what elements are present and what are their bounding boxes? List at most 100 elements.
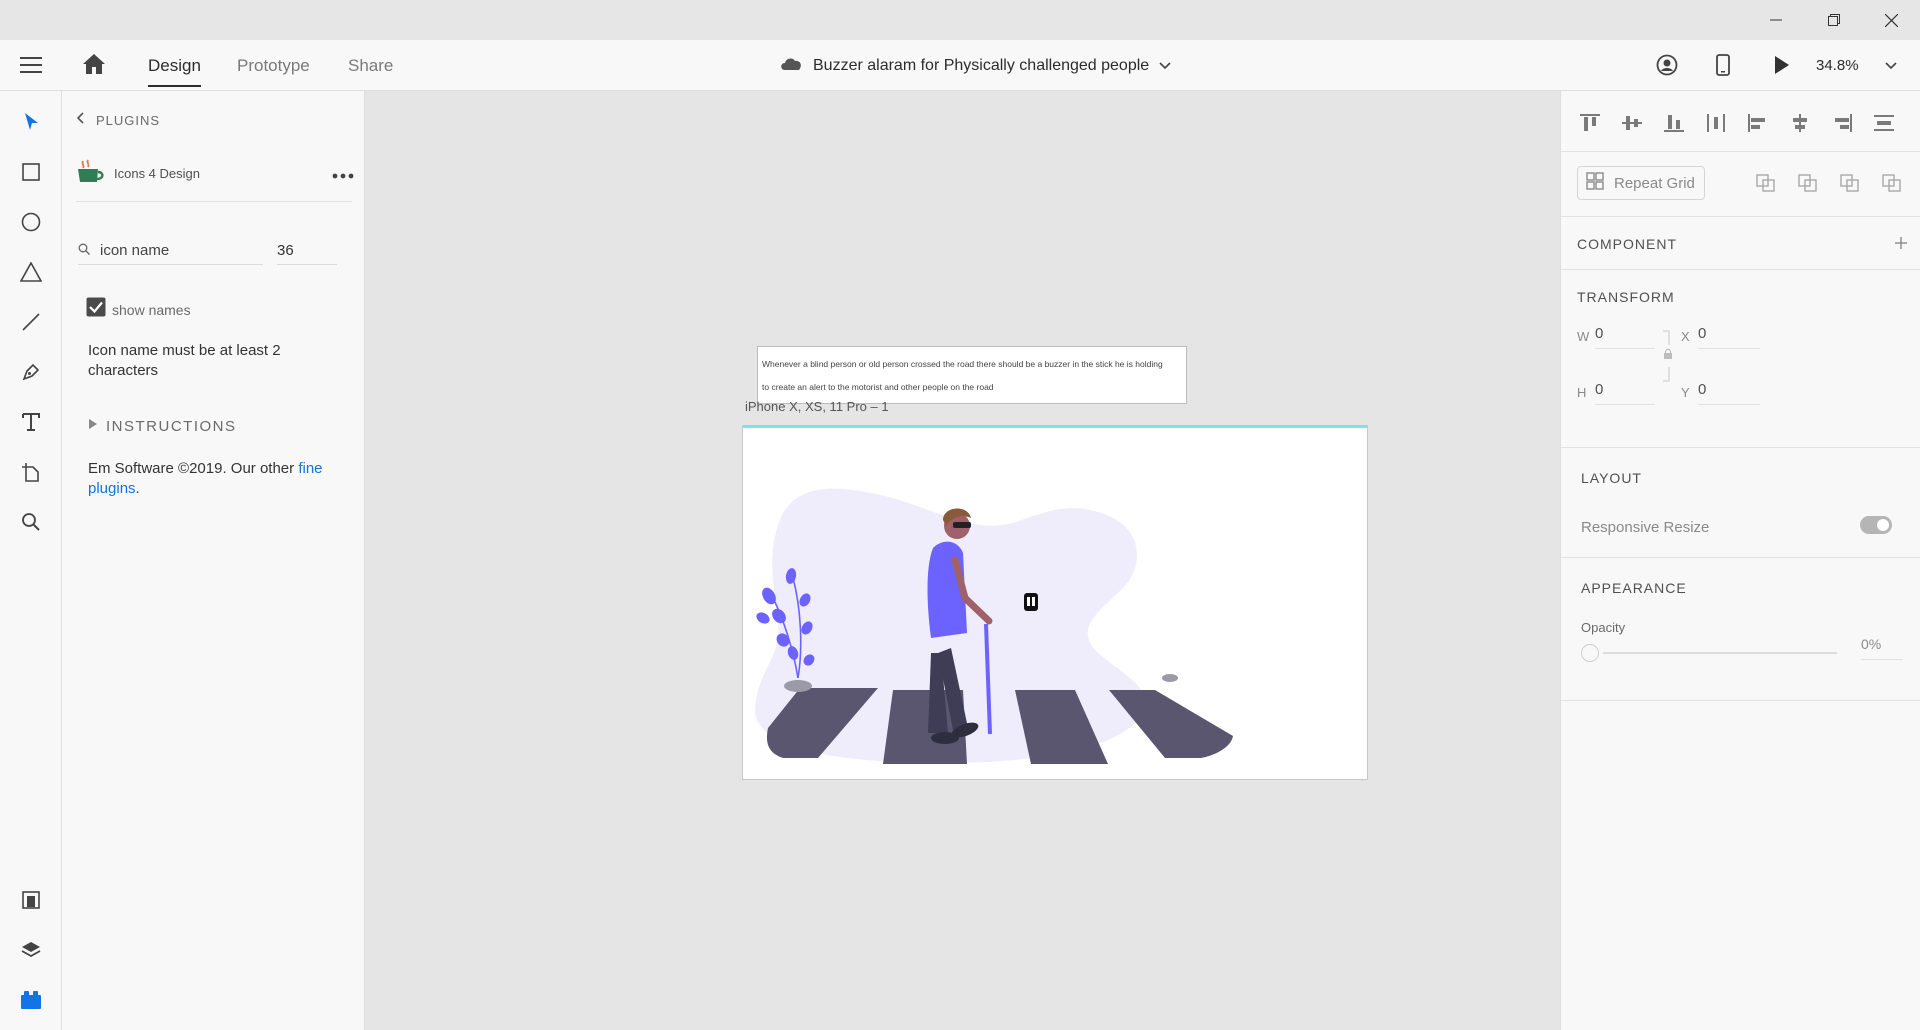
ellipse-icon[interactable] [16, 207, 46, 237]
appearance-section-title: APPEARANCE [1581, 580, 1687, 596]
align-left-icon[interactable] [1747, 113, 1769, 138]
align-right-icon[interactable] [1831, 113, 1853, 138]
opacity-slider[interactable] [1581, 643, 1837, 663]
opacity-label: Opacity [1581, 620, 1626, 635]
rectangle-icon[interactable] [16, 157, 46, 187]
note-line-1: Whenever a blind person or old person cr… [762, 359, 1163, 369]
document-title-dropdown[interactable]: Buzzer alaram for Physically challenged … [779, 40, 1171, 91]
play-preview-icon[interactable] [1774, 55, 1790, 80]
plugins-icon[interactable] [16, 985, 46, 1015]
close-icon[interactable] [1862, 0, 1920, 40]
height-value: 0 [1595, 381, 1604, 398]
user-share-icon[interactable] [1656, 54, 1678, 81]
buzzer-icon [1024, 593, 1038, 611]
show-names-checkbox[interactable]: show names [86, 297, 191, 322]
tab-share-label: Share [348, 55, 394, 75]
select-icon[interactable] [16, 107, 46, 137]
distribute-vertical-icon[interactable] [1873, 113, 1895, 138]
responsive-resize-label: Responsive Resize [1581, 519, 1710, 536]
home-icon[interactable] [82, 53, 106, 80]
height-input[interactable]: 0 [1595, 381, 1655, 405]
footer-text: Em Software ©2019. Our other [88, 460, 299, 477]
add-component-icon[interactable] [1894, 236, 1908, 255]
device-preview-icon[interactable] [1716, 54, 1730, 81]
plugin-header: Icons 4 Design [76, 156, 200, 191]
height-label: H [1577, 385, 1587, 400]
checkbox-checked-icon [86, 297, 106, 322]
chevron-down-icon [1884, 57, 1897, 75]
pen-icon[interactable] [16, 357, 46, 387]
text-icon[interactable] [16, 407, 46, 437]
cloud-icon [779, 55, 803, 76]
validation-message: Icon name must be at least 2 characters [88, 342, 281, 379]
tab-design[interactable]: Design [148, 40, 201, 91]
tab-design-label: Design [148, 55, 201, 75]
plugin-footer: Em Software ©2019. Our other fine plugin… [88, 459, 338, 499]
align-center-icon[interactable] [1789, 113, 1811, 138]
width-label: W [1577, 329, 1590, 344]
artboard-label[interactable]: iPhone X, XS, 11 Pro – 1 [745, 399, 889, 414]
icon-search-placeholder: icon name [100, 242, 170, 259]
zoom-dropdown[interactable]: 34.8% [1816, 40, 1897, 91]
plugins-panel: PLUGINS Icons 4 Design icon name 36 show… [62, 91, 365, 1030]
minimize-icon[interactable] [1747, 0, 1805, 40]
intersect-icon[interactable] [1839, 173, 1861, 198]
x-label: X [1681, 329, 1690, 344]
artboard[interactable] [742, 427, 1368, 780]
icon-size-value: 36 [277, 242, 294, 259]
align-middle-icon[interactable] [1621, 113, 1643, 138]
more-options-icon[interactable] [332, 166, 354, 184]
responsive-resize-toggle[interactable] [1860, 516, 1892, 534]
union-icon[interactable] [1755, 173, 1777, 198]
repeat-grid-label: Repeat Grid [1614, 174, 1695, 192]
restore-icon[interactable] [1805, 0, 1863, 40]
instructions-toggle[interactable]: INSTRUCTIONS [88, 417, 237, 435]
toggle-knob [1877, 519, 1889, 531]
show-names-label: show names [112, 301, 191, 318]
divider [1561, 700, 1920, 701]
tab-prototype[interactable]: Prototype [237, 40, 310, 91]
assets-icon[interactable] [16, 885, 46, 915]
align-top-icon[interactable] [1579, 113, 1601, 138]
transform-section-title: TRANSFORM [1577, 289, 1675, 305]
distribute-horizontal-icon[interactable] [1705, 113, 1727, 138]
align-toolbar [1579, 113, 1895, 138]
blind-person-crossing-illustration [754, 488, 1233, 764]
hamburger-menu-icon[interactable] [20, 55, 42, 80]
subtract-icon[interactable] [1797, 173, 1819, 198]
icon-size-input[interactable]: 36 [277, 237, 337, 265]
icon-search-field[interactable]: icon name [78, 237, 263, 265]
layers-icon[interactable] [16, 935, 46, 965]
text-note-box[interactable]: Whenever a blind person or old person cr… [757, 346, 1187, 404]
tab-prototype-label: Prototype [237, 55, 310, 75]
line-icon[interactable] [16, 307, 46, 337]
divider [1561, 269, 1920, 270]
plugins-back-button[interactable]: PLUGINS [76, 111, 160, 129]
layout-section-title: LAYOUT [1581, 470, 1642, 486]
tab-share[interactable]: Share [348, 40, 393, 91]
property-inspector: Repeat Grid COMPONENT TRANSFORM W 0 H 0 … [1560, 91, 1920, 1030]
opacity-slider-handle[interactable] [1581, 644, 1599, 662]
stone [784, 680, 812, 692]
component-section-title: COMPONENT [1577, 236, 1677, 252]
artboard-icon[interactable] [16, 457, 46, 487]
repeat-grid-icon [1586, 171, 1604, 195]
zoom-level: 34.8% [1816, 57, 1859, 74]
chevron-down-icon [1159, 57, 1171, 75]
y-input[interactable]: 0 [1698, 381, 1760, 405]
zoom-icon[interactable] [16, 507, 46, 537]
boolean-ops [1755, 173, 1903, 198]
lock-aspect-icon[interactable] [1661, 329, 1673, 390]
x-value: 0 [1698, 325, 1707, 342]
opacity-input[interactable]: 0% [1861, 636, 1903, 660]
coffee-cup-icon [76, 156, 106, 191]
divider [1561, 216, 1920, 217]
exclude-overlap-icon[interactable] [1881, 173, 1903, 198]
x-input[interactable]: 0 [1698, 325, 1760, 349]
y-label: Y [1681, 385, 1690, 400]
width-input[interactable]: 0 [1595, 325, 1655, 349]
align-bottom-icon[interactable] [1663, 113, 1685, 138]
polygon-icon[interactable] [16, 257, 46, 287]
repeat-grid-button[interactable]: Repeat Grid [1577, 166, 1705, 200]
footer-period: . [135, 480, 140, 497]
